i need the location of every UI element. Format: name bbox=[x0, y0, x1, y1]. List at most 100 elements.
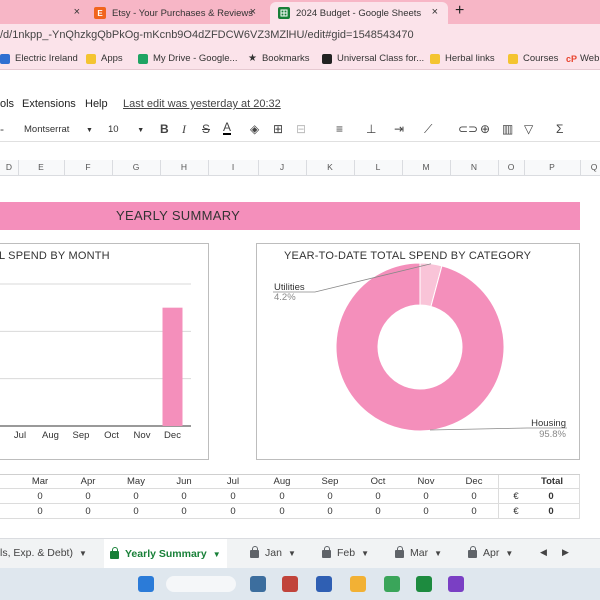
month-header-may[interactable]: May bbox=[127, 476, 145, 487]
sheet-tab-mar[interactable]: Mar ▼ bbox=[395, 546, 442, 559]
bookmark-web[interactable]: cP Web bbox=[566, 53, 599, 64]
table-cell[interactable]: 0 bbox=[279, 491, 284, 502]
insert-comment-icon[interactable]: ⊕ bbox=[480, 122, 490, 136]
column-header[interactable]: L bbox=[376, 162, 381, 172]
last-edit-link[interactable]: Last edit was yesterday at 20:32 bbox=[123, 98, 281, 110]
table-cell[interactable]: 0 bbox=[85, 491, 90, 502]
taskbar-app-icon[interactable] bbox=[250, 576, 266, 592]
sheet-tab-feb[interactable]: Feb ▼ bbox=[322, 546, 369, 559]
new-tab-button[interactable]: + bbox=[455, 2, 464, 20]
insert-chart-icon[interactable]: ▥ bbox=[502, 122, 513, 136]
month-header-aug[interactable]: Aug bbox=[274, 476, 291, 487]
row-total[interactable]: 0 bbox=[548, 491, 553, 502]
month-header-apr[interactable]: Apr bbox=[81, 476, 96, 487]
currency-symbol[interactable]: € bbox=[513, 491, 518, 502]
table-cell[interactable]: 0 bbox=[230, 506, 235, 517]
bookmark-bookmarks[interactable]: ★ Bookmarks bbox=[248, 53, 309, 64]
bookmark-electric-ireland[interactable]: Electric Ireland bbox=[0, 53, 78, 64]
bookmark-herbal-links[interactable]: Herbal links bbox=[430, 53, 495, 64]
column-header[interactable]: D bbox=[6, 162, 12, 172]
total-header[interactable]: Total bbox=[541, 476, 563, 487]
taskbar-app-icon[interactable] bbox=[350, 576, 366, 592]
month-header-dec[interactable]: Dec bbox=[466, 476, 483, 487]
table-cell[interactable]: 0 bbox=[327, 491, 332, 502]
menu-tools[interactable]: ols bbox=[0, 98, 14, 110]
column-header[interactable]: E bbox=[38, 162, 44, 172]
menu-help[interactable]: Help bbox=[85, 98, 108, 110]
scroll-left-icon[interactable]: ◀ bbox=[540, 547, 547, 558]
month-header-oct[interactable]: Oct bbox=[371, 476, 386, 487]
column-header[interactable]: Q bbox=[591, 162, 598, 172]
search-box[interactable] bbox=[166, 576, 236, 592]
row-total[interactable]: 0 bbox=[548, 506, 553, 517]
table-cell[interactable]: 0 bbox=[375, 506, 380, 517]
filter-icon[interactable]: ▽ bbox=[524, 122, 533, 136]
category-spend-chart[interactable]: YEAR-TO-DATE TOTAL SPEND BY CATEGORY Uti… bbox=[256, 243, 580, 460]
table-cell[interactable]: 0 bbox=[181, 491, 186, 502]
bookmark-universal-class[interactable]: Universal Class for... bbox=[322, 53, 424, 64]
table-cell[interactable]: 0 bbox=[133, 506, 138, 517]
table-cell[interactable]: 0 bbox=[471, 506, 476, 517]
text-rotation-icon[interactable]: ⟋ bbox=[424, 122, 432, 137]
bold-button[interactable]: B bbox=[160, 122, 169, 136]
insert-link-icon[interactable]: ⊂⊃ bbox=[458, 122, 478, 136]
monthly-spend-chart[interactable]: L SPEND BY MONTH Jul Aug Sep Oct Nov Dec bbox=[0, 243, 209, 460]
close-tab-icon[interactable]: × bbox=[432, 6, 438, 18]
browser-tab-sheets[interactable]: 2024 Budget - Google Sheets × bbox=[270, 2, 448, 24]
table-cell[interactable]: 0 bbox=[375, 491, 380, 502]
column-header[interactable]: M bbox=[422, 162, 429, 172]
sheet-tab-yearly-summary[interactable]: Yearly Summary ▼ bbox=[104, 539, 227, 569]
fill-color-icon[interactable]: ◈ bbox=[250, 122, 259, 136]
table-cell[interactable]: 0 bbox=[37, 506, 42, 517]
text-color-button[interactable]: A bbox=[223, 121, 232, 135]
bookmark-apps[interactable]: Apps bbox=[86, 53, 123, 64]
bookmark-my-drive[interactable]: My Drive - Google... bbox=[138, 53, 237, 64]
column-header[interactable]: J bbox=[280, 162, 284, 172]
bookmark-courses[interactable]: Courses bbox=[508, 53, 558, 64]
font-family-select[interactable]: Montserrat ▼ bbox=[24, 124, 93, 135]
column-header[interactable]: I bbox=[232, 162, 234, 172]
merge-cells-icon[interactable]: ⊟ bbox=[296, 122, 306, 136]
column-header[interactable]: F bbox=[85, 162, 90, 172]
month-header-jul[interactable]: Jul bbox=[227, 476, 239, 487]
table-cell[interactable]: 0 bbox=[279, 506, 284, 517]
table-cell[interactable]: 0 bbox=[423, 506, 428, 517]
borders-icon[interactable]: ⊞ bbox=[273, 122, 283, 136]
vertical-align-icon[interactable]: ⊥ bbox=[366, 122, 376, 136]
column-header[interactable]: G bbox=[133, 162, 140, 172]
column-header[interactable]: O bbox=[508, 162, 515, 172]
close-tab-icon[interactable]: × bbox=[74, 6, 80, 18]
sheet-tab-jan[interactable]: Jan ▼ bbox=[250, 546, 296, 559]
taskbar-app-icon[interactable] bbox=[316, 576, 332, 592]
taskbar-app-icon[interactable] bbox=[384, 576, 400, 592]
table-cell[interactable]: 0 bbox=[133, 491, 138, 502]
sheet-tab-categories[interactable]: ls, Exp. & Debt) ▼ bbox=[0, 547, 87, 559]
browser-tab-previous[interactable]: × bbox=[0, 2, 90, 24]
month-header-sep[interactable]: Sep bbox=[322, 476, 339, 487]
sheet-tab-apr[interactable]: Apr ▼ bbox=[468, 546, 513, 559]
month-header-nov[interactable]: Nov bbox=[418, 476, 435, 487]
close-tab-icon[interactable]: × bbox=[250, 6, 256, 18]
start-icon[interactable] bbox=[138, 576, 154, 592]
column-header[interactable]: P bbox=[549, 162, 555, 172]
address-bar[interactable]: /d/1nkpp_-YnQhzkgQbPkOg-mKcnb9O4dZFDCW6V… bbox=[0, 24, 600, 48]
column-header[interactable]: N bbox=[471, 162, 477, 172]
functions-icon[interactable]: Σ bbox=[556, 122, 563, 136]
month-header-mar[interactable]: Mar bbox=[32, 476, 48, 487]
taskbar-app-icon[interactable] bbox=[448, 576, 464, 592]
strikethrough-button[interactable]: S bbox=[202, 122, 210, 136]
menu-extensions[interactable]: Extensions bbox=[22, 98, 76, 110]
month-header-jun[interactable]: Jun bbox=[176, 476, 191, 487]
browser-tab-etsy[interactable]: E Etsy - Your Purchases & Reviews × bbox=[94, 2, 266, 24]
url-text[interactable]: /d/1nkpp_-YnQhzkgQbPkOg-mKcnb9O4dZFDCW6V… bbox=[0, 29, 414, 41]
table-cell[interactable]: 0 bbox=[85, 506, 90, 517]
table-cell[interactable]: 0 bbox=[471, 491, 476, 502]
table-cell[interactable]: 0 bbox=[423, 491, 428, 502]
taskbar-app-icon[interactable] bbox=[416, 576, 432, 592]
column-header[interactable]: H bbox=[181, 162, 187, 172]
column-header[interactable]: K bbox=[327, 162, 333, 172]
currency-symbol[interactable]: € bbox=[513, 506, 518, 517]
horizontal-align-icon[interactable]: ≡ bbox=[336, 122, 343, 136]
scroll-right-icon[interactable]: ▶ bbox=[562, 547, 569, 558]
table-cell[interactable]: 0 bbox=[230, 491, 235, 502]
